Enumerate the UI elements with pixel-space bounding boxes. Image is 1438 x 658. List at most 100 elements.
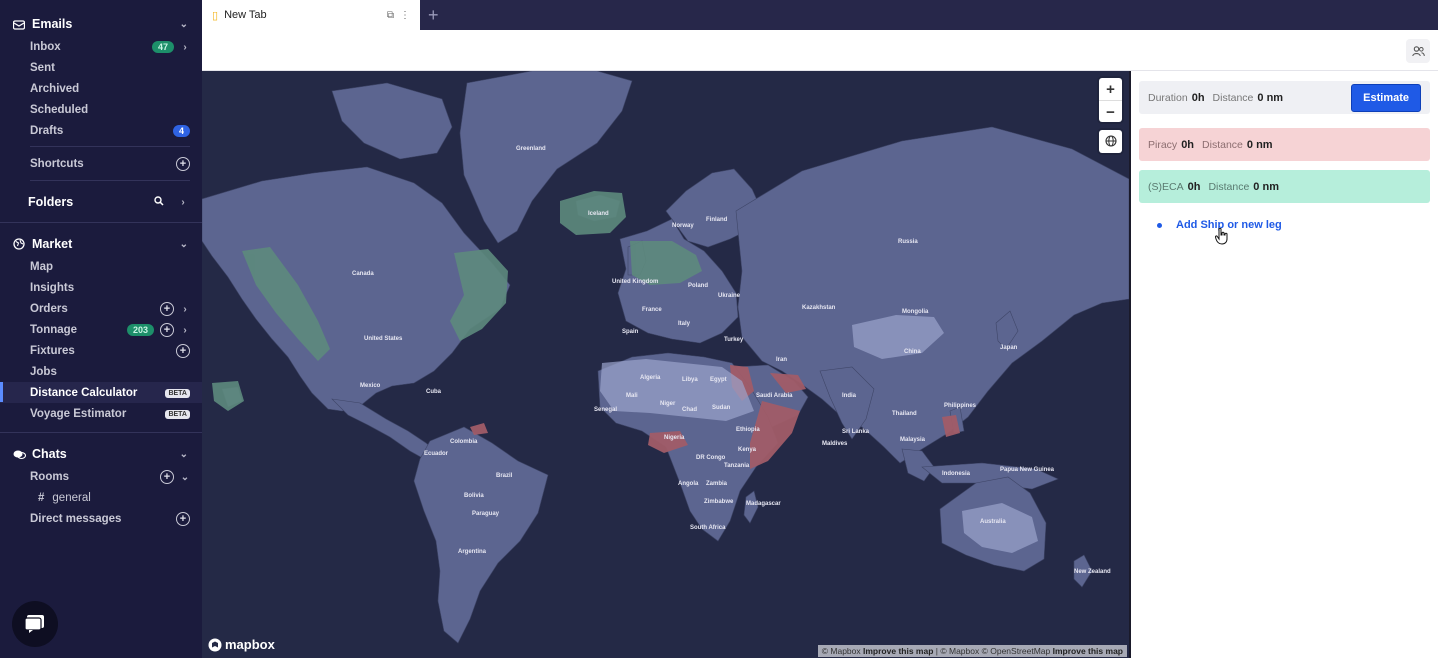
chevron-right-icon[interactable]: › — [178, 197, 188, 208]
attribution-osm-link[interactable]: © Mapbox © OpenStreetMap — [940, 646, 1050, 656]
beta-badge: BETA — [165, 409, 190, 419]
chevron-right-icon[interactable]: › — [180, 304, 190, 315]
attribution-separator: | — [935, 646, 938, 656]
improve-map-link[interactable]: Improve this map — [1053, 646, 1123, 656]
tab-bar: ▯ New Tab ⧉ ⋮ + — [202, 0, 1438, 30]
sidebar-item-archived[interactable]: Archived — [30, 79, 190, 99]
sidebar-item-drafts[interactable]: Drafts 4 — [30, 121, 190, 141]
chevron-right-icon[interactable]: › — [180, 42, 190, 53]
sidebar-item-tonnage[interactable]: Tonnage 203 + › — [30, 320, 190, 340]
attribution-mapbox-link[interactable]: © Mapbox — [822, 646, 861, 656]
add-order-icon[interactable]: + — [160, 302, 174, 316]
mapbox-logo[interactable]: mapbox — [208, 637, 275, 652]
chevron-down-icon[interactable]: ⌄ — [180, 239, 188, 250]
sidebar-item-shortcuts[interactable]: Shortcuts + — [30, 154, 190, 174]
folders-section-header[interactable]: Folders › — [28, 193, 188, 211]
add-room-icon[interactable]: + — [160, 470, 174, 484]
sidebar-item-voyage-estimator[interactable]: Voyage Estimator BETA — [30, 404, 190, 424]
map-label: Paraguay — [472, 511, 500, 517]
seca-label: (S)ECA — [1148, 180, 1184, 193]
map-label: Algeria — [640, 375, 661, 381]
tab-new-tab[interactable]: ▯ New Tab ⧉ ⋮ — [202, 0, 420, 30]
improve-map-link[interactable]: Improve this map — [863, 646, 933, 656]
chat-launcher-button[interactable] — [12, 601, 58, 647]
chats-section-header[interactable]: Chats ⌄ — [12, 445, 188, 463]
projection-button[interactable] — [1099, 130, 1122, 153]
sidebar-item-insights[interactable]: Insights — [30, 278, 190, 298]
map-view[interactable]: Greenland Iceland Canada United States M… — [202, 71, 1129, 658]
sidebar-item-label: Voyage Estimator — [30, 408, 127, 420]
map-label: New Zealand — [1074, 569, 1111, 575]
mapbox-logo-icon — [208, 638, 222, 651]
toolbar — [202, 30, 1438, 71]
emails-section-header[interactable]: Emails ⌄ — [12, 15, 188, 33]
chat-icon — [12, 447, 26, 461]
sidebar-item-label: Sent — [30, 62, 55, 74]
sidebar-item-orders[interactable]: Orders + › — [30, 299, 190, 319]
zoom-in-button[interactable]: + — [1099, 78, 1122, 100]
emails-title: Emails — [32, 17, 73, 31]
sidebar: Emails ⌄ Inbox 47 › Sent Archived Schedul… — [0, 0, 202, 658]
sidebar-item-scheduled[interactable]: Scheduled — [30, 100, 190, 120]
sidebar-item-label: Tonnage — [30, 324, 78, 336]
map-label: Egypt — [710, 377, 727, 383]
map-label: Australia — [980, 519, 1006, 525]
beta-badge: BETA — [165, 388, 190, 398]
chevron-right-icon[interactable]: › — [180, 325, 190, 336]
map-label: Bolivia — [464, 493, 484, 499]
estimate-button[interactable]: Estimate — [1351, 83, 1421, 112]
chevron-down-icon[interactable]: ⌄ — [180, 449, 188, 460]
sidebar-item-fixtures[interactable]: Fixtures + — [30, 341, 190, 361]
users-button[interactable] — [1406, 39, 1430, 63]
map-label: Niger — [660, 401, 676, 407]
voyage-panel: Duration 0h Distance 0 nm Estimate Pirac… — [1129, 71, 1438, 658]
sidebar-item-label: Inbox — [30, 41, 61, 53]
chevron-down-icon[interactable]: ⌄ — [180, 19, 188, 30]
zoom-out-button[interactable]: − — [1099, 101, 1122, 123]
piracy-value: 0h — [1181, 138, 1195, 151]
sidebar-item-inbox[interactable]: Inbox 47 › — [30, 37, 190, 57]
chat-bubble-icon — [24, 615, 44, 633]
sidebar-item-label: Map — [30, 261, 53, 273]
add-tonnage-icon[interactable]: + — [160, 323, 174, 337]
distance-label: Distance — [1208, 180, 1250, 193]
duplicate-tab-icon[interactable]: ⧉ — [387, 10, 394, 21]
map-label: Maldives — [822, 441, 848, 447]
add-fixture-icon[interactable]: + — [176, 344, 190, 358]
chevron-down-icon[interactable]: ⌄ — [180, 472, 190, 483]
sidebar-item-distance-calculator[interactable]: Distance Calculator BETA — [30, 383, 190, 403]
sidebar-item-label: Distance Calculator — [30, 387, 138, 399]
duration-label: Duration — [1148, 91, 1188, 104]
add-shortcut-icon[interactable]: + — [176, 157, 190, 171]
divider — [0, 432, 202, 433]
duration-summary-card: Duration 0h Distance 0 nm Estimate — [1139, 81, 1430, 114]
map-label: Brazil — [496, 473, 513, 479]
drafts-count-badge: 4 — [172, 125, 190, 137]
distance-label: Distance — [1212, 91, 1254, 104]
map-label: Canada — [352, 271, 374, 277]
new-tab-button[interactable]: + — [428, 5, 439, 26]
sidebar-item-direct-messages[interactable]: Direct messages + — [30, 509, 190, 529]
map-label: Indonesia — [942, 471, 971, 477]
map-label: Madagascar — [746, 501, 781, 507]
market-title: Market — [32, 237, 73, 251]
sidebar-item-label: Rooms — [30, 471, 69, 483]
map-label: South Africa — [690, 525, 726, 531]
sidebar-item-map[interactable]: Map — [30, 257, 190, 277]
sidebar-item-jobs[interactable]: Jobs — [30, 362, 190, 382]
sidebar-item-sent[interactable]: Sent — [30, 58, 190, 78]
map-label: Tanzania — [724, 463, 750, 469]
channel-general[interactable]: # general — [38, 488, 190, 508]
hand-cursor-icon — [1214, 227, 1229, 250]
globe-icon — [12, 237, 26, 251]
mapbox-logo-text: mapbox — [225, 637, 275, 652]
map-label: Russia — [898, 239, 918, 245]
map-label: Philippines — [944, 403, 977, 409]
sidebar-item-rooms[interactable]: Rooms + ⌄ — [30, 467, 190, 487]
add-direct-message-icon[interactable]: + — [176, 512, 190, 526]
market-section-header[interactable]: Market ⌄ — [12, 235, 188, 253]
map-label: Iceland — [588, 211, 609, 217]
more-options-icon[interactable]: ⋮ — [400, 10, 410, 21]
search-icon[interactable] — [154, 195, 164, 209]
map-label: United Kingdom — [612, 279, 659, 285]
